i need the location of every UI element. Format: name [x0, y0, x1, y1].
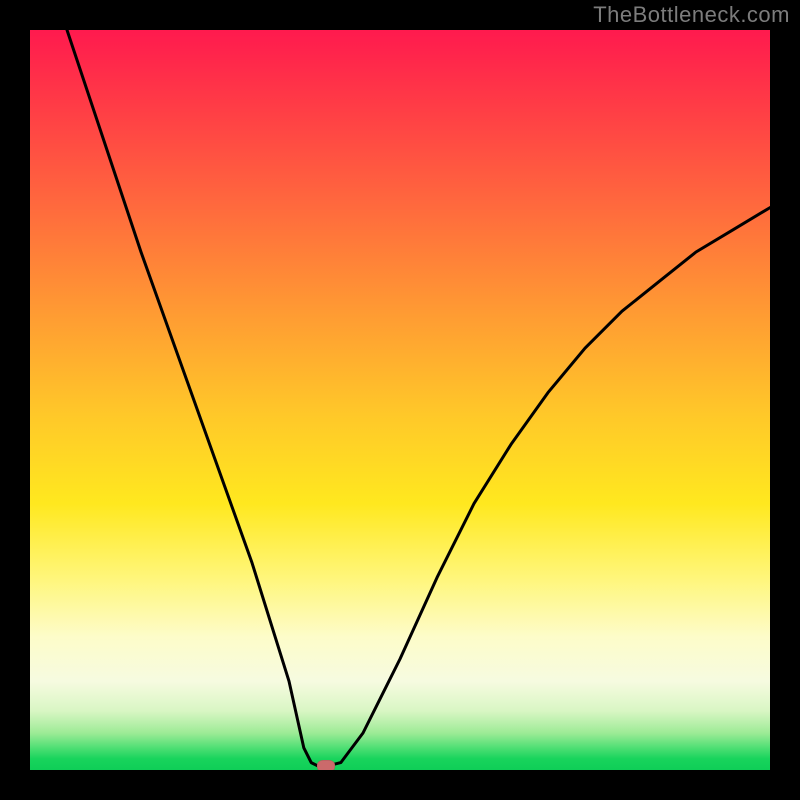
watermark-text: TheBottleneck.com	[593, 2, 790, 28]
plot-area	[30, 30, 770, 770]
bottleneck-marker-icon	[317, 760, 335, 770]
curve-svg	[30, 30, 770, 770]
curve-layer	[30, 30, 770, 770]
bottleneck-curve-path	[67, 30, 770, 766]
chart-frame: TheBottleneck.com	[0, 0, 800, 800]
